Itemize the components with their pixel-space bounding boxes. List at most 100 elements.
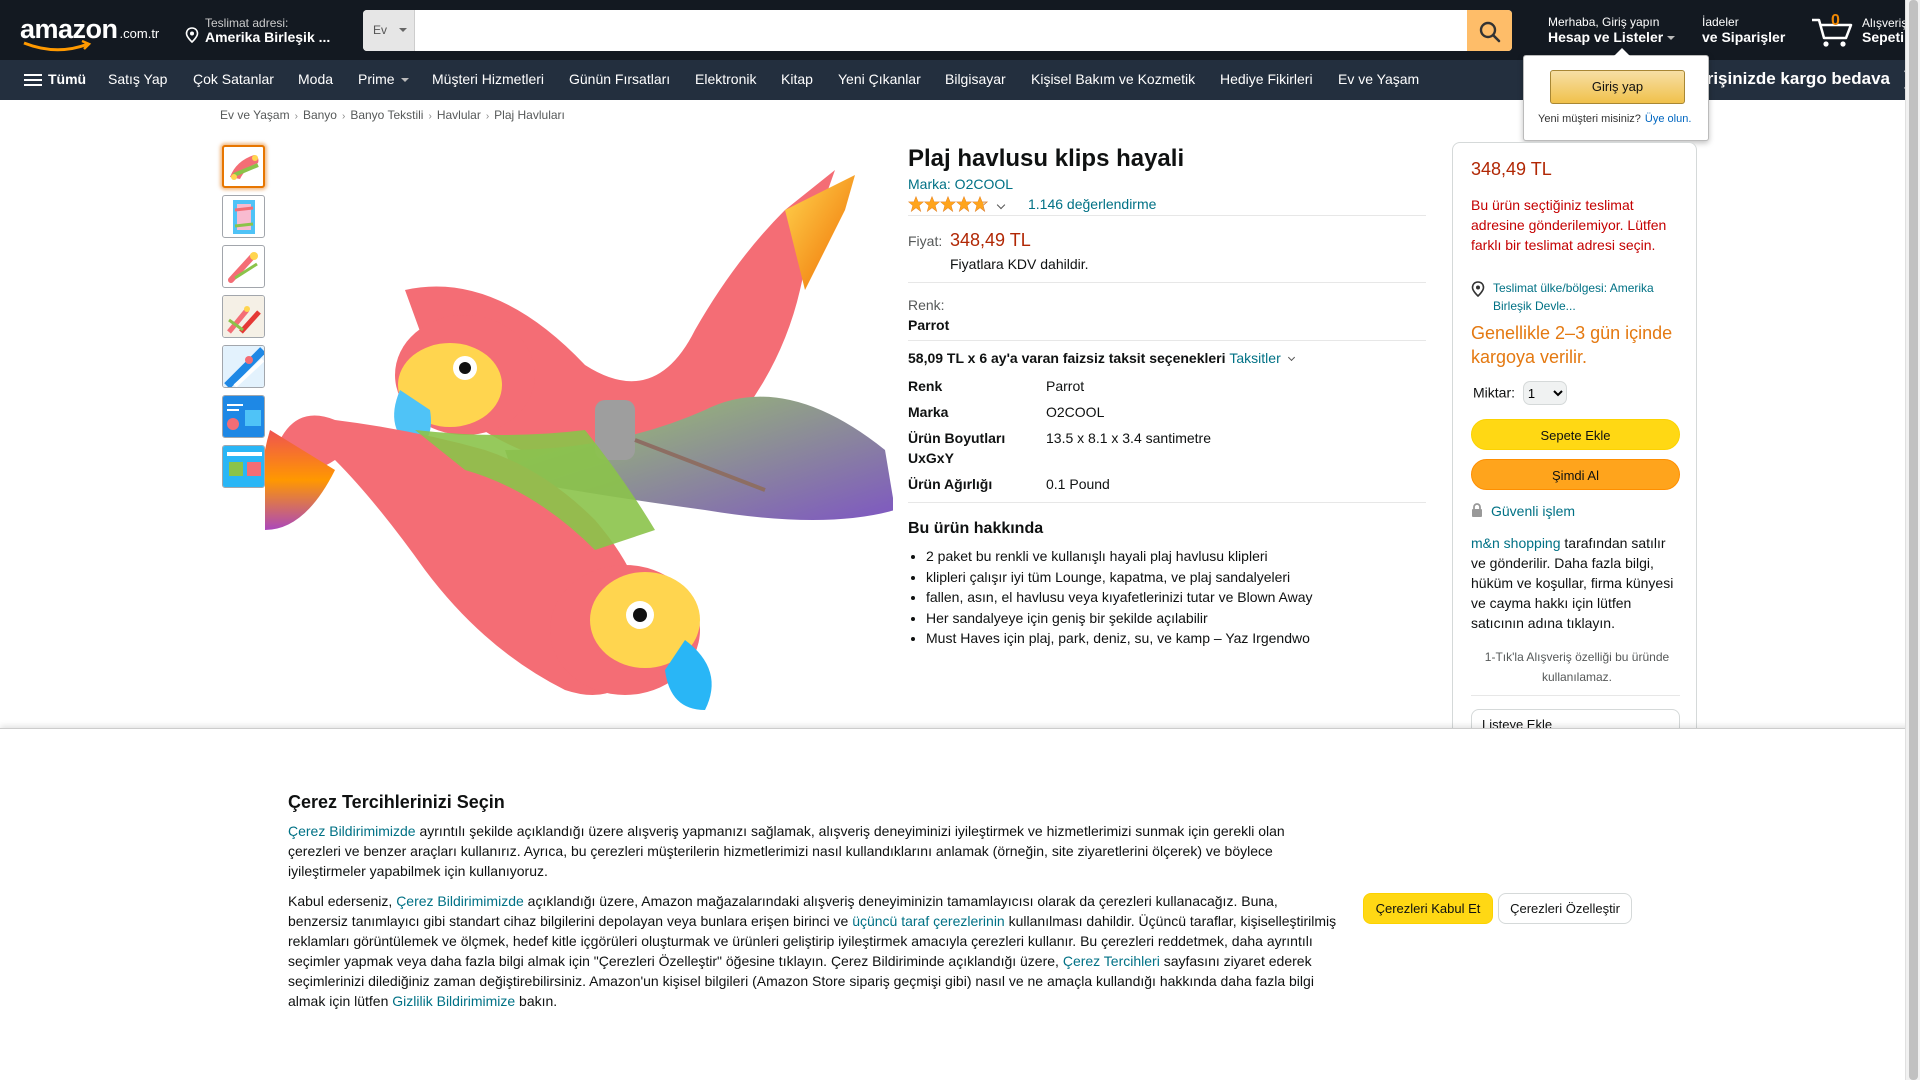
rating-count-link[interactable]: 1.146 değerlendirme xyxy=(1028,196,1156,212)
seller-link[interactable]: m&n shopping xyxy=(1471,535,1561,551)
nav-item-home[interactable]: Ev ve Yaşam xyxy=(1338,71,1419,87)
cart-button[interactable]: 0 Alışveriş Sepeti xyxy=(1810,12,1920,52)
location-pin-icon xyxy=(185,27,199,43)
parrot-clip-thumbnail xyxy=(230,155,259,180)
star-icon xyxy=(939,195,957,213)
nav-prime-label: Prime xyxy=(358,71,395,87)
returns-orders[interactable]: İadeler ve Siparişler xyxy=(1702,15,1802,49)
privacy-notice-link[interactable]: Gizlilik Bildirimimize xyxy=(392,993,515,1009)
thumbnail-5[interactable] xyxy=(222,345,265,388)
logo-tld: .com.tr xyxy=(119,26,160,41)
nav-all-label: Tümü xyxy=(48,71,87,87)
rating-stars[interactable] xyxy=(907,195,990,215)
breadcrumb-item[interactable]: Plaj Havluları xyxy=(494,108,565,122)
buy-box: 348,49 TL Bu ürün seçtiğiniz teslimat ad… xyxy=(1452,142,1697,742)
delivery-location-link[interactable]: Teslimat ülke/bölgesi: Amerika Birleşik … xyxy=(1493,279,1683,315)
divider xyxy=(908,215,1426,216)
cookie-banner: Çerez Tercihlerinizi Seçin Çerez Bildiri… xyxy=(0,728,1920,1080)
deliver-to[interactable]: Teslimat adresi: Amerika Birleşik ... xyxy=(183,15,343,49)
spec-row: Ürün Boyutları UxGxY 13.5 x 8.1 x 3.4 sa… xyxy=(908,428,1426,474)
customize-cookies-button[interactable]: Çerezleri Özelleştir xyxy=(1498,893,1632,924)
chevron-down-icon xyxy=(1287,353,1295,362)
chevron-right-icon: › xyxy=(294,111,298,122)
buy-now-button[interactable]: Şimdi Al xyxy=(1471,459,1680,490)
about-bullet: klipleri çalışır iyi tüm Lounge, kapatma… xyxy=(926,567,1426,587)
cart-label-2: Sepeti xyxy=(1862,29,1905,45)
deliver-location: Amerika Birleşik ... xyxy=(205,29,331,45)
nav-item-fashion[interactable]: Moda xyxy=(298,71,333,87)
search-input[interactable] xyxy=(416,10,1466,51)
search-button[interactable] xyxy=(1467,10,1512,51)
nav-item-customer-service[interactable]: Müşteri Hizmetleri xyxy=(432,71,544,87)
nav-item-beauty[interactable]: Kişisel Bakım ve Kozmetik xyxy=(1031,71,1195,87)
spec-row: Ürün Ağırlığı 0.1 Pound xyxy=(908,474,1426,500)
nav-item-books[interactable]: Kitap xyxy=(781,71,813,87)
scrollbar[interactable] xyxy=(1905,0,1920,1080)
breadcrumb-item[interactable]: Ev ve Yaşam xyxy=(220,108,290,122)
hamburger-icon xyxy=(24,71,42,89)
product-main-image[interactable] xyxy=(261,150,895,730)
nav-item-prime[interactable]: Prime xyxy=(358,71,409,87)
breadcrumb-item[interactable]: Banyo xyxy=(303,108,337,122)
thumbnail-7[interactable] xyxy=(222,445,265,488)
flyout-arrow xyxy=(1614,48,1630,56)
thumbnail-3[interactable] xyxy=(222,245,265,288)
secure-label: Güvenli işlem xyxy=(1491,503,1576,519)
search-category-label: Ev xyxy=(373,23,388,37)
cookie-notice-link[interactable]: Çerez Bildirimimizde xyxy=(288,823,416,839)
nav-item-computers[interactable]: Bilgisayar xyxy=(945,71,1006,87)
parrot-clip-image xyxy=(261,170,895,710)
cart-count: 0 xyxy=(1831,12,1840,29)
installment-link[interactable]: Taksitler xyxy=(1229,350,1280,366)
brand-link[interactable]: Marka: O2COOL xyxy=(908,176,1013,192)
add-to-cart-button[interactable]: Sepete Ekle xyxy=(1471,419,1680,450)
accept-cookies-button[interactable]: Çerezleri Kabul Et xyxy=(1363,893,1493,924)
nav-item-best-sellers[interactable]: Çok Satanlar xyxy=(193,71,274,87)
breadcrumb-item[interactable]: Banyo Tekstili xyxy=(350,108,423,122)
account-lists[interactable]: Merhaba, Giriş yapın Hesap ve Listeler xyxy=(1548,15,1688,49)
cookie-preferences-link[interactable]: Çerez Tercihleri xyxy=(1063,953,1160,969)
nav-item-deals[interactable]: Günün Fırsatları xyxy=(569,71,670,87)
nav-item-gift-ideas[interactable]: Hediye Fikirleri xyxy=(1220,71,1313,87)
about-bullet: 2 paket bu renkli ve kullanışlı hayali p… xyxy=(926,546,1426,566)
about-title: Bu ürün hakkında xyxy=(908,520,1044,537)
one-click-note: 1-Tık'la Alışveriş özelliği bu üründe ku… xyxy=(1484,650,1670,684)
thumbnail-4[interactable] xyxy=(222,295,265,338)
nav-item-new-releases[interactable]: Yeni Çıkanlar xyxy=(838,71,921,87)
delivery-warning: Bu ürün seçtiğiniz teslimat adresine gön… xyxy=(1471,197,1667,253)
nav-all-menu[interactable]: Tümü xyxy=(24,71,86,89)
about-bullet: fallen, asın, el havlusu veya kıyafetler… xyxy=(926,587,1426,607)
chevron-down-icon[interactable] xyxy=(996,200,1006,210)
search-icon xyxy=(1479,21,1501,43)
breadcrumb-item[interactable]: Havlular xyxy=(437,108,481,122)
nav-promo-banner[interactable]: irişinizde kargo bedava❯ xyxy=(1702,69,1916,89)
divider xyxy=(908,282,1426,283)
chevron-right-icon: › xyxy=(485,111,490,122)
returns-label: İadeler xyxy=(1702,15,1739,29)
third-party-cookies-link[interactable]: üçüncü taraf çerezlerinin xyxy=(852,913,1005,929)
cookie-text: bakın. xyxy=(515,993,558,1009)
nav-item-electronics[interactable]: Elektronik xyxy=(695,71,756,87)
cookie-title: Çerez Tercihlerinizi Seçin xyxy=(288,792,505,812)
secure-transaction[interactable]: Güvenli işlem xyxy=(1471,503,1575,519)
chevron-down-icon xyxy=(1667,36,1676,41)
spec-key: Marka xyxy=(908,404,949,420)
spec-value: 0.1 Pound xyxy=(1046,476,1110,492)
cookie-notice-link[interactable]: Çerez Bildirimimizde xyxy=(396,893,524,909)
quantity-select[interactable]: 1 xyxy=(1522,381,1567,405)
thumbnail-6[interactable] xyxy=(222,395,265,438)
register-link[interactable]: Üye olun. xyxy=(1645,113,1691,125)
product-title: Plaj havlusu klips hayali xyxy=(908,145,1185,172)
buybox-price: 348,49 TL xyxy=(1471,159,1552,179)
amazon-logo[interactable]: amazon .com.tr xyxy=(20,16,170,52)
spec-key: Ürün Ağırlığı xyxy=(908,476,993,492)
chevron-down-icon xyxy=(400,78,409,83)
account-label: Hesap ve Listeler xyxy=(1548,29,1664,45)
search-category-dropdown[interactable]: Ev xyxy=(363,10,415,51)
scrollbar-thumb[interactable] xyxy=(1909,0,1918,1080)
thumbnail-1[interactable] xyxy=(222,145,265,188)
thumbnail-2[interactable] xyxy=(222,195,265,238)
nav-item-sell[interactable]: Satış Yap xyxy=(108,71,167,87)
signin-button[interactable]: Giriş yap xyxy=(1550,70,1685,104)
color-value: Parrot xyxy=(908,317,950,333)
